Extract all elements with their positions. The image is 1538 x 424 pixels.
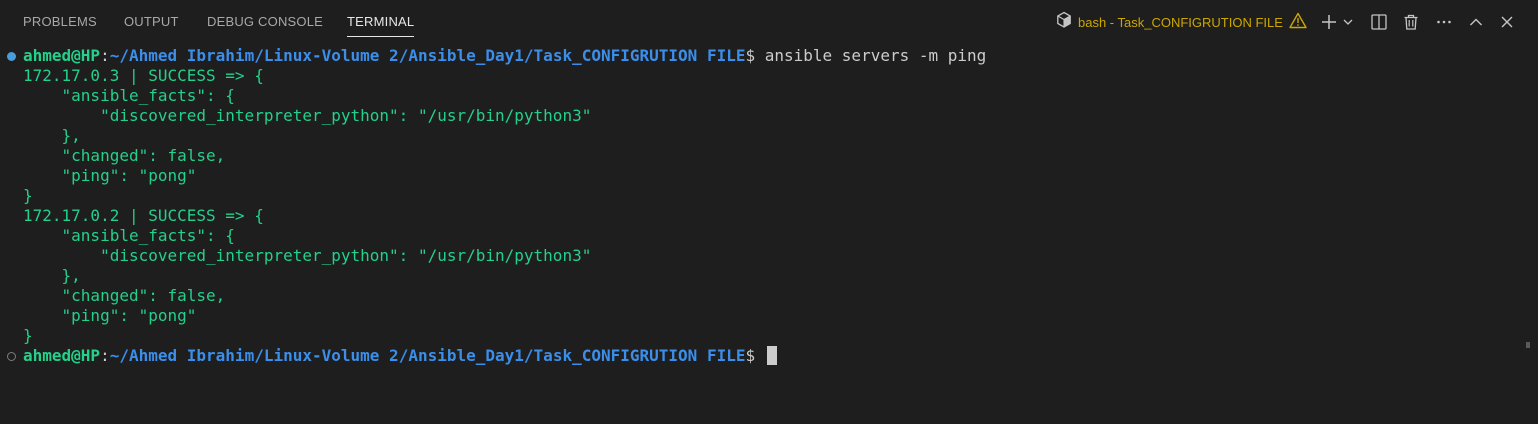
tab-terminal[interactable]: TERMINAL — [347, 14, 415, 37]
chevron-up-icon — [1468, 14, 1484, 30]
terminal-profile-label: bash - Task_CONFIGRUTION FILE — [1078, 14, 1283, 30]
prompt-symbol: $ — [745, 46, 765, 65]
output-line: }, — [23, 266, 81, 285]
output-line: "changed": false, — [23, 146, 226, 165]
tab-debug-console[interactable]: DEBUG CONSOLE — [207, 14, 323, 30]
output-line: 172.17.0.3 | SUCCESS => { — [23, 66, 264, 85]
warning-icon — [1289, 12, 1307, 33]
terminal-instance-selector[interactable]: bash - Task_CONFIGRUTION FILE — [1056, 11, 1307, 33]
split-editor-icon — [1370, 13, 1388, 31]
tab-terminal-label: TERMINAL — [347, 14, 415, 29]
prompt-line: ahmed@HP:~/Ahmed Ibrahim/Linux-Volume 2/… — [23, 346, 777, 366]
terminal-cursor — [766, 346, 777, 365]
output-line: "ping": "pong" — [23, 306, 197, 325]
active-tab-indicator — [347, 36, 415, 37]
terminal-output-area[interactable]: ahmed@HP:~/Ahmed Ibrahim/Linux-Volume 2/… — [0, 45, 1530, 415]
maximize-panel-button[interactable] — [1465, 11, 1487, 33]
ellipsis-icon — [1435, 13, 1453, 31]
output-line: "changed": false, — [23, 286, 226, 305]
close-icon — [1499, 14, 1515, 30]
output-line: "discovered_interpreter_python": "/usr/b… — [23, 246, 592, 265]
prompt-separator: : — [100, 346, 110, 365]
trash-icon — [1402, 13, 1420, 31]
output-line: 172.17.0.2 | SUCCESS => { — [23, 206, 264, 225]
prompt-symbol: $ — [745, 346, 765, 365]
more-actions-button[interactable] — [1433, 11, 1455, 33]
tab-output[interactable]: OUTPUT — [124, 14, 179, 30]
chevron-down-icon — [1342, 16, 1354, 28]
output-line: }, — [23, 126, 81, 145]
terminal-panel: PROBLEMS OUTPUT DEBUG CONSOLE TERMINAL b… — [0, 0, 1538, 424]
prompt-path: ~/Ahmed Ibrahim/Linux-Volume 2/Ansible_D… — [109, 46, 746, 65]
kill-terminal-button[interactable] — [1400, 11, 1422, 33]
launch-profile-button[interactable] — [1340, 11, 1356, 33]
output-line: "ping": "pong" — [23, 166, 197, 185]
output-line: "ansible_facts": { — [23, 86, 235, 105]
prompt-separator: : — [100, 46, 110, 65]
plus-icon — [1320, 13, 1338, 31]
output-line: } — [23, 186, 33, 205]
tab-problems[interactable]: PROBLEMS — [23, 14, 97, 30]
prompt-user: ahmed@HP — [23, 46, 101, 65]
prompt-command: ansible servers -m ping — [764, 46, 987, 65]
scrollbar-marker[interactable] — [1526, 342, 1530, 348]
output-line: "ansible_facts": { — [23, 226, 235, 245]
split-terminal-button[interactable] — [1368, 11, 1390, 33]
command-pending-decoration[interactable] — [7, 352, 16, 361]
output-line: } — [23, 326, 33, 345]
terminal-cube-icon — [1056, 11, 1072, 33]
close-panel-button[interactable] — [1496, 11, 1518, 33]
prompt-user: ahmed@HP — [23, 346, 101, 365]
new-terminal-button[interactable] — [1318, 11, 1340, 33]
command-success-decoration[interactable] — [7, 52, 16, 61]
output-line: "discovered_interpreter_python": "/usr/b… — [23, 106, 592, 125]
prompt-path: ~/Ahmed Ibrahim/Linux-Volume 2/Ansible_D… — [109, 346, 746, 365]
panel-tab-bar: PROBLEMS OUTPUT DEBUG CONSOLE TERMINAL b… — [0, 0, 1538, 42]
prompt-line: ahmed@HP:~/Ahmed Ibrahim/Linux-Volume 2/… — [23, 46, 986, 66]
